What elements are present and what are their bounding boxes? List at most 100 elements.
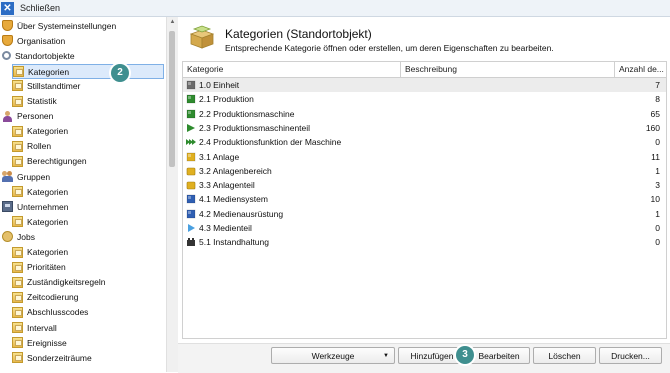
category-table: Kategorie Beschreibung Anzahl de... 1.0 …: [182, 61, 667, 339]
table-row[interactable]: 3.2 Anlagenbereich 1: [183, 164, 666, 178]
sidebar-item[interactable]: Ereignisse: [12, 336, 67, 349]
category-count: 7: [655, 80, 660, 90]
tools-dropdown[interactable]: Werkzeuge ▼: [271, 347, 395, 364]
sidebar-item[interactable]: Über Systemeinstellungen: [2, 19, 116, 32]
table-row[interactable]: 4.2 Medienausrüstung 1: [183, 207, 666, 221]
category-name: 2.3 Produktionsmaschinenteil: [199, 122, 311, 133]
table-row[interactable]: 2.2 Produktionsmaschine 65: [183, 107, 666, 121]
category-count: 0: [655, 223, 660, 233]
title-bar: ✕ Schließen: [0, 0, 670, 17]
category-name: 3.1 Anlage: [199, 151, 240, 162]
table-row[interactable]: 4.1 Mediensystem 10: [183, 192, 666, 206]
column-header-anzahl[interactable]: Anzahl de...: [619, 64, 664, 74]
sidebar-item[interactable]: Zuständigkeitsregeln: [12, 276, 105, 289]
sidebar-item[interactable]: Stillstandtimer: [12, 79, 80, 92]
table-row[interactable]: 2.1 Produktion 8: [183, 92, 666, 106]
sidebar-item-label: Unternehmen: [17, 201, 69, 212]
sidebar-item[interactable]: Unternehmen: [2, 200, 69, 213]
sidebar-item-label: Ereignisse: [27, 337, 67, 348]
sidebar-item-label: Kategorien: [27, 247, 69, 257]
media-equipment-icon: [186, 209, 196, 218]
folder-icon: [12, 352, 23, 364]
shield-icon: [2, 35, 13, 47]
table-row[interactable]: 2.3 Produktionsmaschinenteil 160: [183, 121, 666, 135]
category-count: 8: [655, 94, 660, 105]
column-header-kategorie[interactable]: Kategorie: [187, 64, 223, 74]
sidebar-item-label: Kategorien: [27, 186, 69, 197]
page-title: Kategorien (Standortobjekt): [225, 27, 372, 41]
sidebar-item[interactable]: Kategorien: [12, 246, 68, 259]
sidebar-item-label: Prioritäten: [27, 262, 66, 273]
sidebar-item[interactable]: Organisation: [2, 34, 65, 47]
sidebar-item-label: Berechtigungen: [27, 156, 87, 167]
machine-part-icon: [187, 123, 195, 132]
plant-area-icon: [186, 167, 196, 176]
table-row[interactable]: 3.3 Anlagenteil 3: [183, 178, 666, 192]
sidebar-item[interactable]: Jobs: [2, 230, 35, 243]
category-count: 1: [655, 208, 660, 219]
shield-icon: [2, 20, 13, 31]
category-count: 11: [651, 151, 660, 162]
sidebar-item[interactable]: Prioritäten: [12, 261, 66, 274]
sidebar-item[interactable]: Kategorien: [12, 64, 164, 80]
category-count: 1: [655, 165, 660, 176]
sidebar-scrollbar[interactable]: ▲: [166, 17, 178, 372]
category-name: 5.1 Instandhaltung: [199, 237, 269, 248]
edit-button[interactable]: Bearbeiten: [468, 347, 530, 364]
sidebar-item[interactable]: Kategorien: [12, 215, 68, 228]
page-subtitle: Entsprechende Kategorie öffnen oder erst…: [225, 43, 554, 53]
media-part-icon: [188, 224, 195, 232]
category-name: 2.2 Produktionsmaschine: [199, 108, 295, 119]
folder-icon: [12, 246, 23, 258]
unit-icon: [186, 80, 196, 90]
sidebar-item[interactable]: Sonderzeiträume: [12, 351, 92, 364]
table-row[interactable]: 4.3 Medienteil 0: [183, 221, 666, 235]
table-row[interactable]: 2.4 Produktionsfunktion der Maschine 0: [183, 135, 666, 149]
folder-icon: [12, 322, 23, 333]
sidebar-item[interactable]: Statistik: [12, 95, 57, 108]
sidebar-item-label: Personen: [17, 111, 54, 122]
chevron-down-icon: ▼: [383, 353, 389, 359]
window-title[interactable]: Schließen: [20, 3, 60, 13]
table-row[interactable]: 3.1 Anlage 11: [183, 150, 666, 164]
sidebar-tree: Über Systemeinstellungen Organisation Stan…: [0, 17, 178, 372]
category-count: 10: [650, 194, 660, 205]
jobs-icon: [2, 231, 13, 243]
sidebar-item[interactable]: Personen: [2, 110, 53, 123]
step-badge-2: 2: [111, 64, 129, 82]
column-header-beschreibung[interactable]: Beschreibung: [405, 64, 457, 74]
category-name: 4.1 Mediensystem: [199, 194, 268, 205]
scrollbar-thumb[interactable]: [169, 31, 175, 167]
sidebar-item-label: Kategorien: [28, 66, 70, 77]
sidebar-item[interactable]: Rollen: [12, 140, 51, 153]
step-badge-3: 3: [456, 346, 474, 364]
table-row[interactable]: 5.1 Instandhaltung 0: [183, 235, 666, 249]
category-count: 160: [645, 122, 660, 133]
sidebar-item[interactable]: Abschlusscodes: [12, 306, 88, 319]
folder-icon: [12, 95, 23, 107]
sidebar-item-label: Zeitcodierung: [27, 292, 79, 303]
folder-icon: [12, 186, 23, 198]
scroll-up-icon[interactable]: ▲: [167, 19, 178, 25]
table-row[interactable]: 1.0 Einheit 7: [183, 78, 666, 92]
print-button[interactable]: Drucken...: [599, 347, 662, 364]
category-name: 1.0 Einheit: [199, 80, 240, 90]
folder-icon: [13, 66, 24, 78]
sidebar-item[interactable]: Gruppen: [2, 170, 50, 183]
sidebar-item[interactable]: Standortobjekte: [2, 49, 75, 62]
folder-icon: [12, 125, 23, 137]
maintenance-icon: [187, 238, 195, 247]
category-count: 0: [655, 237, 660, 248]
sidebar-item-label: Sonderzeiträume: [27, 352, 92, 363]
delete-button[interactable]: Löschen: [533, 347, 596, 364]
sidebar-item[interactable]: Zeitcodierung: [12, 291, 79, 304]
sidebar-item[interactable]: Kategorien: [12, 185, 68, 198]
category-count: 3: [655, 180, 660, 191]
machine-icon: [186, 109, 196, 118]
sidebar-item[interactable]: Intervall: [12, 321, 57, 334]
search-icon: [2, 51, 11, 61]
sidebar-item[interactable]: Berechtigungen: [12, 155, 87, 168]
sidebar-item[interactable]: Kategorien: [12, 125, 68, 138]
tools-label: Werkzeuge: [311, 351, 355, 361]
close-icon[interactable]: ✕: [1, 1, 14, 15]
